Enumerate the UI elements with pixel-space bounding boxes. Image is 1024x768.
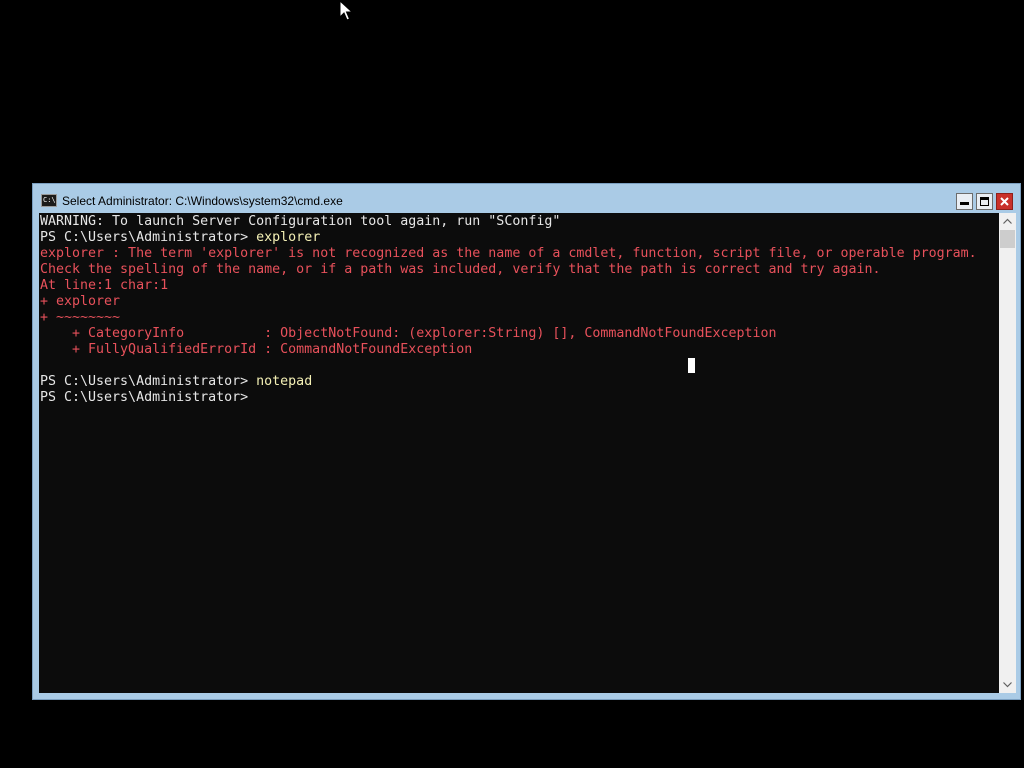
- title-bar[interactable]: C:\ Select Administrator: C:\Windows\sys…: [33, 184, 1020, 213]
- console-line: + ~~~~~~~~: [40, 310, 977, 326]
- maximize-icon: [980, 197, 989, 206]
- console-error-text: Check the spelling of the name, or if a …: [40, 262, 881, 277]
- console-text: PS C:\Users\Administrator>: [40, 390, 257, 405]
- console-output: WARNING: To launch Server Configuration …: [40, 214, 977, 406]
- console-line: PS C:\Users\Administrator>: [40, 390, 977, 406]
- console-output-area[interactable]: WARNING: To launch Server Configuration …: [39, 213, 999, 693]
- window-title: Select Administrator: C:\Windows\system3…: [62, 194, 343, 208]
- console-command-text: notepad: [256, 374, 313, 389]
- desktop: C:\ Select Administrator: C:\Windows\sys…: [0, 0, 1024, 768]
- console-line: PS C:\Users\Administrator> explorer: [40, 230, 977, 246]
- console-line: At line:1 char:1: [40, 278, 977, 294]
- console-line: WARNING: To launch Server Configuration …: [40, 214, 977, 230]
- minimize-icon: [960, 202, 969, 205]
- vertical-scrollbar[interactable]: [999, 213, 1016, 693]
- console-error-text: explorer : The term 'explorer' is not re…: [40, 246, 977, 261]
- console-error-text: + CategoryInfo : ObjectNotFound: (explor…: [40, 326, 777, 341]
- console-text: PS C:\Users\Administrator>: [40, 374, 257, 389]
- console-line: + explorer: [40, 294, 977, 310]
- console-line: Check the spelling of the name, or if a …: [40, 262, 977, 278]
- console-line: + CategoryInfo : ObjectNotFound: (explor…: [40, 326, 977, 342]
- console-error-text: + explorer: [40, 294, 121, 309]
- console-error-text: At line:1 char:1: [40, 278, 169, 293]
- console-line: explorer : The term 'explorer' is not re…: [40, 246, 977, 262]
- close-icon: [1000, 197, 1009, 206]
- console-command-text: explorer: [256, 230, 321, 245]
- console-line: + FullyQualifiedErrorId : CommandNotFoun…: [40, 342, 977, 358]
- text-cursor: [688, 358, 695, 373]
- console-text: WARNING: To launch Server Configuration …: [40, 214, 561, 229]
- chevron-up-icon[interactable]: [999, 213, 1016, 230]
- close-button[interactable]: [996, 193, 1013, 210]
- cmd-console-icon[interactable]: C:\: [41, 194, 57, 207]
- console-line: PS C:\Users\Administrator> notepad: [40, 374, 977, 390]
- cmd-window: C:\ Select Administrator: C:\Windows\sys…: [32, 183, 1021, 700]
- mouse-pointer-icon: [339, 0, 353, 21]
- console-error-text: + FullyQualifiedErrorId : CommandNotFoun…: [40, 342, 473, 357]
- minimize-button[interactable]: [956, 193, 973, 210]
- console-error-text: + ~~~~~~~~: [40, 310, 121, 325]
- chevron-down-icon[interactable]: [999, 676, 1016, 693]
- scroll-thumb[interactable]: [1000, 230, 1015, 248]
- console-text: PS C:\Users\Administrator>: [40, 230, 257, 245]
- maximize-button[interactable]: [976, 193, 993, 210]
